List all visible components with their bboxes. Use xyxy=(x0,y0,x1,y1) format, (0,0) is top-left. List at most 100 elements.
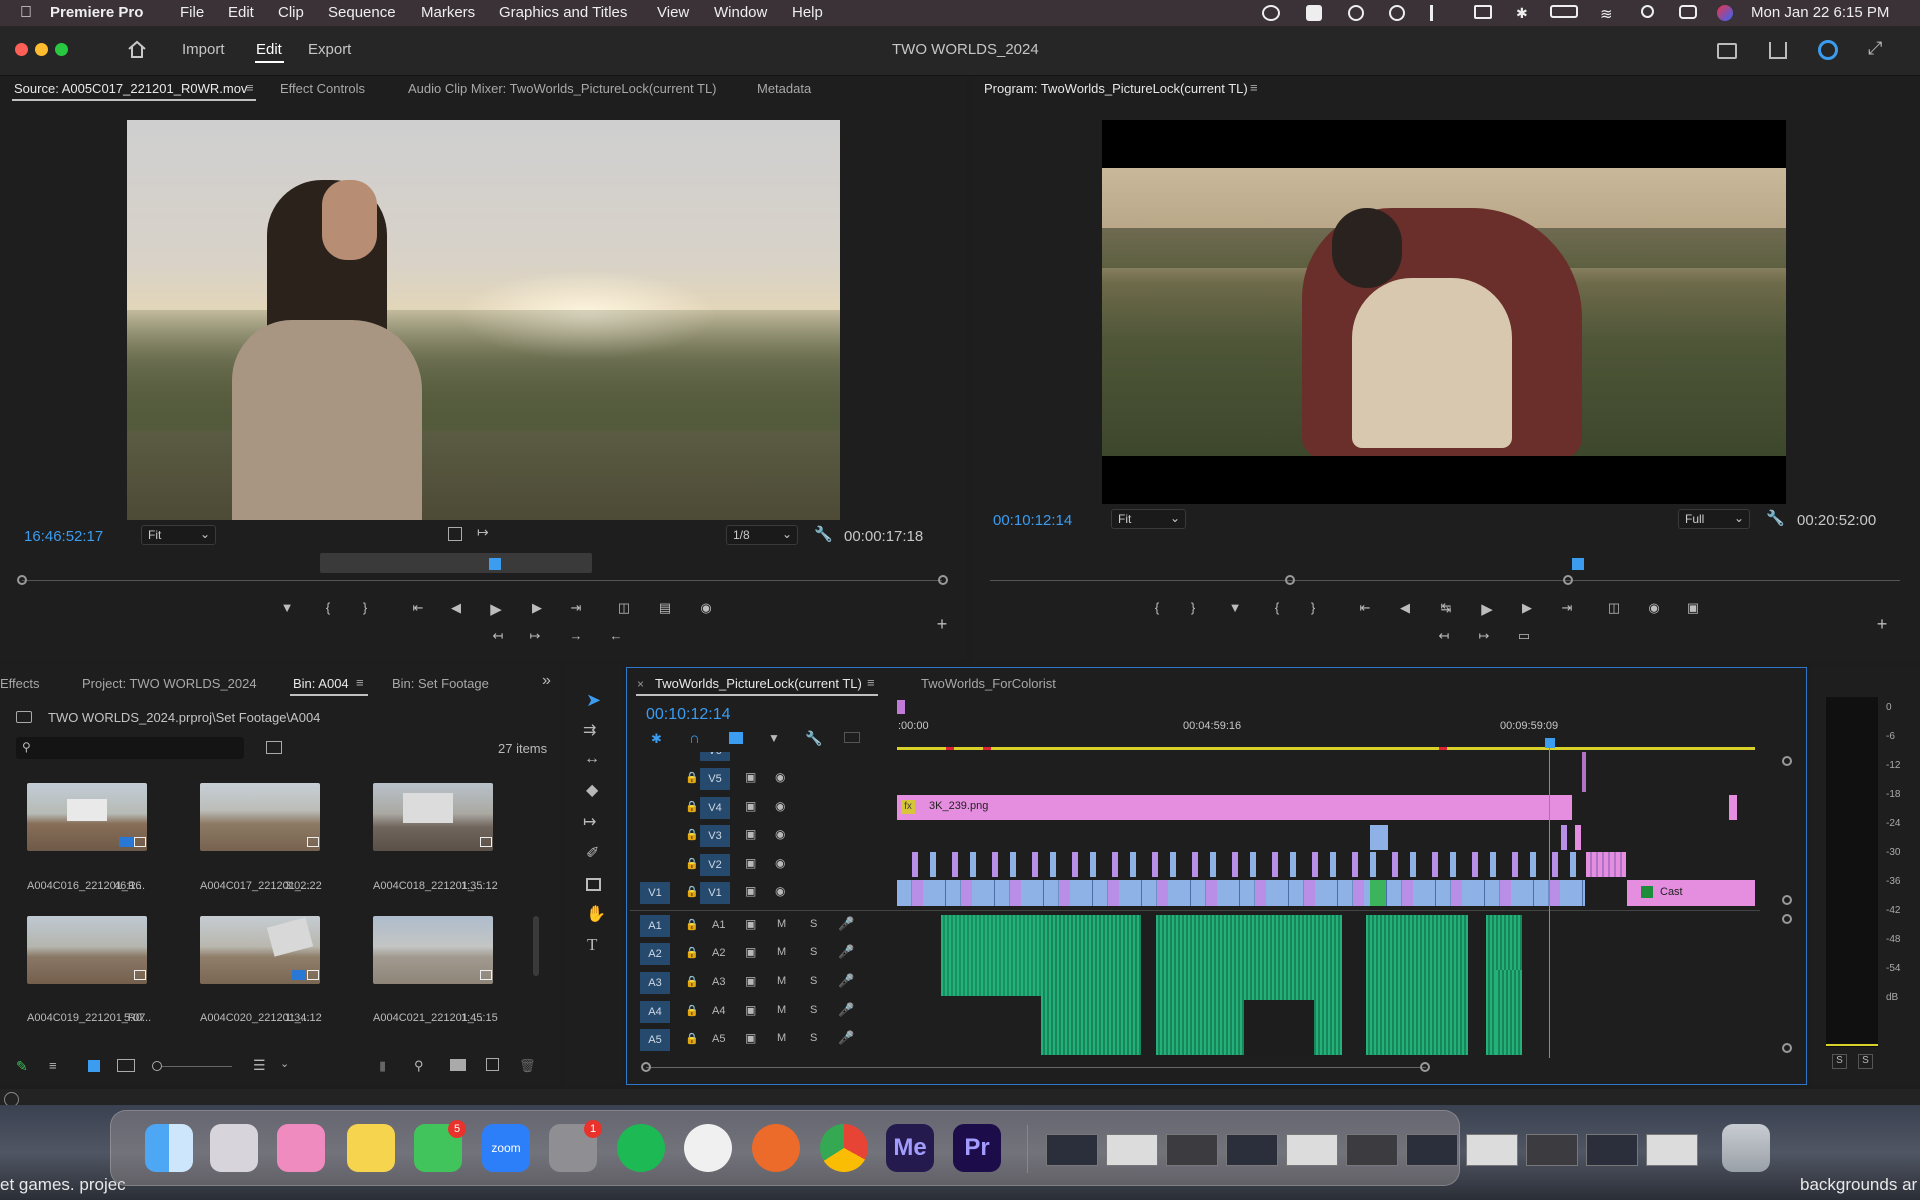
zoom-handle-right[interactable] xyxy=(1563,575,1573,585)
play-in-to-out-button[interactable]: ↹ xyxy=(1436,600,1456,616)
wrench-icon[interactable]: 🔧 xyxy=(1766,509,1785,527)
tab-bin-a004[interactable]: Bin: A004 xyxy=(293,676,349,691)
origin-icon[interactable] xyxy=(752,1124,800,1172)
lock-icon[interactable]: 🔒 xyxy=(685,800,699,813)
ripple-edit-tool-icon[interactable]: ↔ xyxy=(584,750,600,768)
screen-icon[interactable] xyxy=(1474,5,1492,19)
spotify-icon[interactable] xyxy=(617,1124,665,1172)
clear-in-button[interactable]: ↤ xyxy=(1434,628,1454,644)
mute-toggle[interactable]: M xyxy=(777,1032,786,1044)
share-icon[interactable] xyxy=(1769,42,1787,59)
workspace-import[interactable]: Import xyxy=(182,41,225,58)
add-marker-icon[interactable]: ▼ xyxy=(768,731,780,745)
clip-thumbnail[interactable] xyxy=(373,916,493,984)
quick-export-icon[interactable] xyxy=(1717,43,1737,59)
mute-toggle[interactable]: M xyxy=(777,975,786,987)
progress-icon[interactable] xyxy=(1818,40,1838,60)
solo-toggle[interactable]: S xyxy=(810,946,817,958)
dock-window-preview[interactable] xyxy=(1526,1134,1578,1166)
insert-overlay-icon[interactable]: ↦ xyxy=(477,524,489,541)
mute-toggle[interactable]: M xyxy=(777,918,786,930)
eye-icon[interactable]: ◉ xyxy=(775,856,785,870)
tab-project[interactable]: Project: TWO WORLDS_2024 xyxy=(82,676,257,691)
clip-thumbnail[interactable] xyxy=(27,916,147,984)
media-encoder-icon[interactable]: Me xyxy=(886,1124,934,1172)
lift-button[interactable]: → xyxy=(566,628,586,643)
panel-menu-icon[interactable]: ≡ xyxy=(867,675,875,690)
track-target-v6[interactable]: V6 xyxy=(700,752,730,761)
mark-in-button[interactable]: { xyxy=(318,600,338,615)
program-timecode[interactable]: 00:10:12:14 xyxy=(993,512,1072,529)
menu-graphics-and-titles[interactable]: Graphics and Titles xyxy=(499,4,627,21)
source-patch-a5[interactable]: A5 xyxy=(640,1029,670,1051)
eye-icon[interactable]: ◉ xyxy=(775,827,785,841)
timeline-playhead-line[interactable] xyxy=(1549,746,1550,1058)
sort-icon[interactable]: ☰ xyxy=(253,1057,266,1074)
close-tab-icon[interactable]: × xyxy=(637,677,644,691)
lock-icon[interactable]: 🔒 xyxy=(685,946,699,959)
sync-lock-icon[interactable]: ▣ xyxy=(745,827,756,841)
mark-out-button-2[interactable]: } xyxy=(1303,600,1323,615)
icon-view-icon[interactable] xyxy=(88,1060,100,1072)
close-window-button[interactable] xyxy=(15,43,28,56)
apple-icon[interactable]:  xyxy=(20,4,32,22)
step-back-button[interactable]: ◀ xyxy=(1395,600,1415,616)
vertical-zoom-handle[interactable] xyxy=(1782,756,1792,766)
premiere-pro-icon[interactable]: Pr xyxy=(953,1124,1001,1172)
trash-icon[interactable] xyxy=(1722,1124,1770,1172)
sync-lock-icon[interactable]: ▣ xyxy=(745,945,756,959)
tab-metadata[interactable]: Metadata xyxy=(757,81,811,96)
selection-tool-icon[interactable]: ➤ xyxy=(586,690,601,711)
slip-tool-icon[interactable]: ↦ xyxy=(583,812,596,832)
microphone-icon[interactable]: 🎤 xyxy=(838,916,854,932)
source-in-out-range[interactable] xyxy=(320,553,592,573)
program-scrub-ruler[interactable] xyxy=(990,580,1900,581)
lock-icon[interactable]: 🔒 xyxy=(685,975,699,988)
lock-icon[interactable]: 🔒 xyxy=(685,771,699,784)
mark-in-button[interactable]: { xyxy=(1147,600,1167,615)
track-target-v5[interactable]: V5 xyxy=(700,768,730,790)
source-scrub-ruler[interactable] xyxy=(22,580,942,581)
control-center-icon[interactable] xyxy=(1679,5,1697,19)
sync-lock-icon[interactable]: ▣ xyxy=(745,770,756,784)
creative-cloud-icon[interactable] xyxy=(1262,5,1280,21)
dock-window-preview[interactable] xyxy=(1286,1134,1338,1166)
time-machine-icon[interactable] xyxy=(1348,5,1364,21)
eye-icon[interactable]: ◉ xyxy=(775,770,785,784)
search-input[interactable]: ⚲ xyxy=(16,737,244,759)
sync-lock-icon[interactable]: ▣ xyxy=(745,917,756,931)
dock-window-preview[interactable] xyxy=(1106,1134,1158,1166)
pencil-icon[interactable]: ✎ xyxy=(16,1058,28,1075)
program-resolution-dropdown[interactable]: Full ⌄ xyxy=(1678,509,1750,529)
eye-icon[interactable]: ◉ xyxy=(775,884,785,898)
clip-v2[interactable] xyxy=(1586,852,1626,877)
finder-icon[interactable] xyxy=(145,1124,193,1172)
export-frame-camera-icon[interactable]: ◉ xyxy=(1644,600,1664,616)
menu-window[interactable]: Window xyxy=(714,4,767,21)
launchpad-icon[interactable] xyxy=(210,1124,258,1172)
automate-to-sequence-icon[interactable]: ▮ xyxy=(379,1058,386,1074)
notes-icon[interactable] xyxy=(347,1124,395,1172)
meter-solo-button[interactable]: S xyxy=(1858,1054,1873,1069)
dock-window-preview[interactable] xyxy=(1166,1134,1218,1166)
dock-window-preview[interactable] xyxy=(1586,1134,1638,1166)
minimize-window-button[interactable] xyxy=(35,43,48,56)
tab-audio-clip-mixer[interactable]: Audio Clip Mixer: TwoWorlds_PictureLock(… xyxy=(408,81,717,96)
add-marker-button[interactable]: ▼ xyxy=(277,600,297,615)
audio-clip-cluster[interactable] xyxy=(1041,915,1141,1055)
workspace-edit[interactable]: Edit xyxy=(256,41,282,58)
microphone-icon[interactable]: 🎤 xyxy=(838,973,854,989)
razor-tool-icon[interactable]: ◆ xyxy=(586,780,598,800)
menu-help[interactable]: Help xyxy=(792,4,823,21)
clip-thumbnail[interactable] xyxy=(200,783,320,851)
vertical-zoom-handle[interactable] xyxy=(1782,1043,1792,1053)
mute-toggle[interactable]: M xyxy=(777,1004,786,1016)
source-patch-v1[interactable]: V1 xyxy=(640,882,670,904)
zoom-window-button[interactable] xyxy=(55,43,68,56)
fullscreen-icon[interactable]: ⤢ xyxy=(1868,38,1882,59)
overwrite-button[interactable]: ▤ xyxy=(655,600,675,616)
sync-lock-icon[interactable]: ▣ xyxy=(745,974,756,988)
rectangle-tool-icon[interactable] xyxy=(586,878,601,891)
step-forward-button[interactable]: ▶ xyxy=(527,600,547,616)
sync-lock-icon[interactable]: ▣ xyxy=(745,799,756,813)
